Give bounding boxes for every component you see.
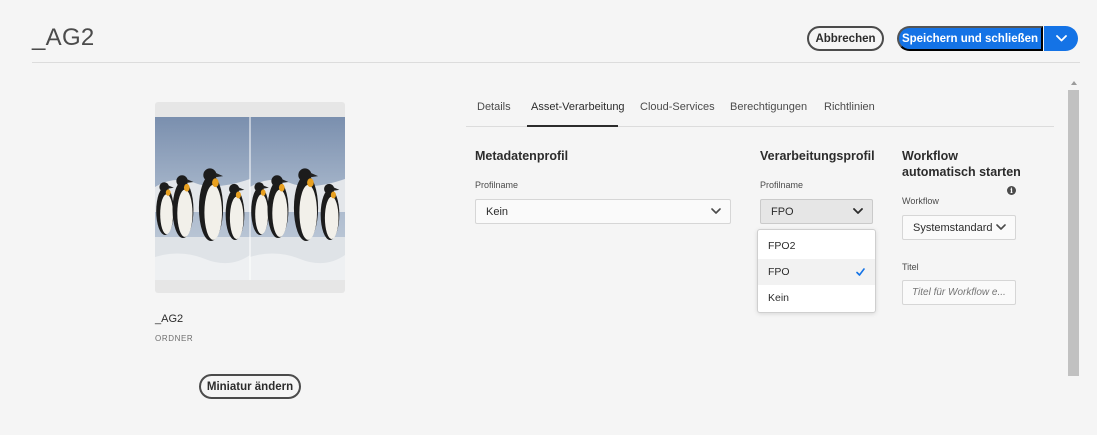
metadata-profile-select[interactable]: Kein: [475, 199, 731, 224]
thumbnail-card: [155, 102, 345, 293]
processing-profile-select[interactable]: FPO: [760, 199, 873, 224]
chevron-down-icon: [1055, 35, 1067, 42]
asset-type: ORDNER: [155, 334, 194, 343]
workflow-heading: Workflow automatisch starten: [902, 149, 1021, 179]
info-icon[interactable]: i: [1007, 186, 1016, 195]
processing-profile-label: Profilname: [760, 180, 804, 190]
metadata-profile-label: Profilname: [475, 180, 519, 190]
metadata-profile-heading: Metadatenprofil: [475, 149, 569, 163]
scroll-up-icon[interactable]: [1071, 81, 1077, 85]
dropdown-option-fpo2[interactable]: FPO2: [758, 233, 875, 259]
header-divider: [32, 62, 1080, 63]
tab-bar: Details Asset-Verarbeitung Cloud-Service…: [466, 92, 1054, 127]
processing-profile-value: FPO: [771, 205, 794, 218]
chevron-down-icon: [711, 208, 721, 214]
page-title: _AG2: [32, 24, 95, 51]
workflow-value: Systemstandard: [913, 221, 993, 234]
asset-name: _AG2: [155, 313, 184, 325]
save-and-close-button[interactable]: Speichern und schließen: [897, 26, 1043, 51]
workflow-select[interactable]: Systemstandard: [902, 215, 1016, 240]
scrollbar-thumb[interactable]: [1068, 90, 1079, 376]
active-tab-indicator: [527, 125, 618, 127]
tab-permissions[interactable]: Berechtigungen: [730, 101, 807, 113]
thumbnail-image: [155, 117, 345, 280]
chevron-down-icon: [853, 208, 863, 214]
title-label: Titel: [902, 262, 919, 272]
workflow-title-input[interactable]: [902, 280, 1016, 305]
tab-cloud-services[interactable]: Cloud-Services: [640, 101, 715, 113]
checkmark-icon: [856, 268, 865, 276]
dropdown-option-kein[interactable]: Kein: [758, 285, 875, 311]
change-thumbnail-button[interactable]: Miniatur ändern: [199, 374, 301, 399]
save-options-button[interactable]: [1044, 26, 1078, 51]
chevron-down-icon: [996, 224, 1006, 230]
workflow-label: Workflow: [902, 196, 939, 206]
dropdown-option-fpo[interactable]: FPO: [758, 259, 875, 285]
cancel-button[interactable]: Abbrechen: [807, 26, 884, 51]
processing-profile-dropdown: FPO2 FPO Kein: [757, 229, 876, 313]
tab-policies[interactable]: Richtlinien: [824, 101, 875, 113]
processing-profile-heading: Verarbeitungsprofil: [760, 149, 875, 163]
tab-asset-processing[interactable]: Asset-Verarbeitung: [531, 101, 625, 113]
tab-details[interactable]: Details: [477, 101, 511, 113]
metadata-profile-value: Kein: [486, 205, 509, 218]
